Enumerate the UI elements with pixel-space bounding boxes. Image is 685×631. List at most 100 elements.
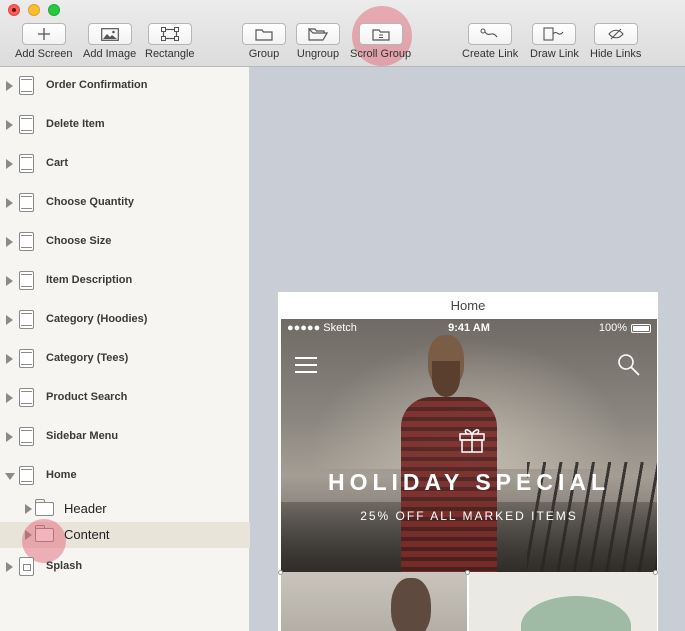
window-close-button[interactable] xyxy=(8,4,20,16)
sidebar-item-label: Header xyxy=(64,501,107,516)
sidebar-item-delete-item[interactable]: Delete Item xyxy=(0,112,250,138)
search-icon[interactable] xyxy=(617,353,641,377)
sidebar-item-label: Product Search xyxy=(46,391,128,403)
group-button[interactable]: Group xyxy=(242,23,286,60)
folder-icon xyxy=(255,29,273,41)
scroll-group-icon xyxy=(371,29,390,41)
disclosure-triangle-icon[interactable] xyxy=(6,159,13,169)
draw-link-label: Draw Link xyxy=(530,48,579,60)
gift-icon xyxy=(459,429,485,453)
sidebar-item-label: Item Description xyxy=(46,274,133,286)
sidebar-item-product-search[interactable]: Product Search xyxy=(0,385,250,411)
image-icon xyxy=(100,27,119,41)
hero-subtitle: 25% OFF ALL MARKED ITEMS xyxy=(360,509,578,523)
add-screen-label: Add Screen xyxy=(15,48,73,60)
sidebar-item-label: Sidebar Menu xyxy=(46,430,119,442)
plus-icon xyxy=(37,28,50,40)
screen-icon xyxy=(19,349,34,368)
layers-sidebar: Order Confirmation Delete Item Cart Choo… xyxy=(0,67,250,631)
sidebar-item-order-confirmation[interactable]: Order Confirmation xyxy=(0,73,250,99)
create-link-label: Create Link xyxy=(462,48,519,60)
hamburger-menu-icon[interactable] xyxy=(295,357,317,373)
add-screen-button[interactable]: Add Screen xyxy=(15,23,72,60)
draw-link-button[interactable]: Draw Link xyxy=(530,23,579,60)
disclosure-triangle-icon[interactable] xyxy=(6,562,13,572)
sidebar-item-cart[interactable]: Cart xyxy=(0,151,250,177)
rectangle-label: Rectangle xyxy=(145,48,195,60)
hero-image: HOLIDAY SPECIAL 25% OFF ALL MARKED ITEMS xyxy=(281,319,657,572)
sidebar-item-choose-size[interactable]: Choose Size xyxy=(0,229,250,255)
ios-status-bar: ●●●●● Sketch 9:41 AM 100% xyxy=(281,319,657,339)
screen-icon xyxy=(19,427,34,446)
hide-links-button[interactable]: Hide Links xyxy=(590,23,641,60)
draw-link-icon xyxy=(543,27,564,41)
disclosure-triangle-icon[interactable] xyxy=(6,276,13,286)
screen-icon xyxy=(19,232,34,251)
product-thumbnail-right[interactable] xyxy=(469,572,657,631)
sidebar-item-label: Category (Tees) xyxy=(46,352,129,364)
disclosure-triangle-icon[interactable] xyxy=(6,198,13,208)
folder-icon xyxy=(34,499,54,516)
disclosure-triangle-icon[interactable] xyxy=(6,237,13,247)
disclosure-triangle-icon[interactable] xyxy=(6,354,13,364)
disclosure-triangle-icon[interactable] xyxy=(6,393,13,403)
sidebar-item-label: Splash xyxy=(46,560,83,572)
disclosure-triangle-icon[interactable] xyxy=(6,315,13,325)
sidebar-item-choose-quantity[interactable]: Choose Quantity xyxy=(0,190,250,216)
screen-icon xyxy=(19,466,34,485)
sidebar-item-label: Order Confirmation xyxy=(46,79,148,91)
window-zoom-button[interactable] xyxy=(48,4,60,16)
link-icon xyxy=(480,28,498,38)
artboard-home[interactable]: HOLIDAY SPECIAL 25% OFF ALL MARKED ITEMS… xyxy=(277,319,659,631)
screen-icon xyxy=(19,76,34,95)
sidebar-item-home[interactable]: Home xyxy=(0,463,250,489)
selection-handle[interactable] xyxy=(278,570,283,575)
hide-links-icon xyxy=(607,28,624,40)
sidebar-item-label: Category (Hoodies) xyxy=(46,313,148,325)
sidebar-item-sidebar-menu[interactable]: Sidebar Menu xyxy=(0,424,250,450)
disclosure-triangle-open-icon[interactable] xyxy=(5,473,15,480)
sidebar-item-header[interactable]: Header xyxy=(0,496,250,522)
rectangle-button[interactable]: Rectangle xyxy=(145,23,195,60)
sidebar-item-category-tees[interactable]: Category (Tees) xyxy=(0,346,250,372)
battery-label: 100% xyxy=(598,322,627,334)
screen-icon xyxy=(19,115,34,134)
selection-handle[interactable] xyxy=(465,570,470,575)
open-folder-icon xyxy=(308,27,328,41)
sidebar-item-splash[interactable]: Splash xyxy=(0,554,250,580)
ungroup-label: Ungroup xyxy=(296,48,340,60)
toolbar: Add Screen Add Image Rectangle Group Ung… xyxy=(0,0,685,67)
scroll-group-label: Scroll Group xyxy=(350,48,412,60)
sidebar-item-label: Choose Quantity xyxy=(46,196,135,208)
group-label: Group xyxy=(248,48,280,60)
battery-icon xyxy=(631,324,651,333)
rectangle-icon xyxy=(160,27,179,41)
disclosure-triangle-icon[interactable] xyxy=(6,432,13,442)
sidebar-item-label: Choose Size xyxy=(46,235,112,247)
sidebar-item-label: Cart xyxy=(46,157,69,169)
sidebar-item-label: Home xyxy=(46,469,77,481)
create-link-button[interactable]: Create Link xyxy=(462,23,518,60)
disclosure-triangle-icon[interactable] xyxy=(25,504,32,514)
sidebar-item-item-description[interactable]: Item Description xyxy=(0,268,250,294)
artboard-title[interactable]: Home xyxy=(277,291,659,319)
selection-handle[interactable] xyxy=(653,570,658,575)
sidebar-item-label: Delete Item xyxy=(46,118,105,130)
add-image-button[interactable]: Add Image xyxy=(83,23,136,60)
window-minimize-button[interactable] xyxy=(28,4,40,16)
screen-icon xyxy=(19,154,34,173)
screen-icon xyxy=(19,193,34,212)
disclosure-triangle-icon[interactable] xyxy=(6,120,13,130)
sidebar-item-label: Content xyxy=(64,527,110,542)
screen-icon xyxy=(19,388,34,407)
add-image-label: Add Image xyxy=(83,48,137,60)
hero-title: HOLIDAY SPECIAL xyxy=(327,469,611,495)
ungroup-button[interactable]: Ungroup xyxy=(296,23,340,60)
sidebar-item-category-hoodies[interactable]: Category (Hoodies) xyxy=(0,307,250,333)
home-screen-icon xyxy=(19,557,34,576)
screen-icon xyxy=(19,310,34,329)
product-thumbnail-left[interactable] xyxy=(281,572,467,631)
hide-links-label: Hide Links xyxy=(590,48,642,60)
disclosure-triangle-icon[interactable] xyxy=(6,81,13,91)
scroll-group-button[interactable]: Scroll Group xyxy=(350,23,411,60)
